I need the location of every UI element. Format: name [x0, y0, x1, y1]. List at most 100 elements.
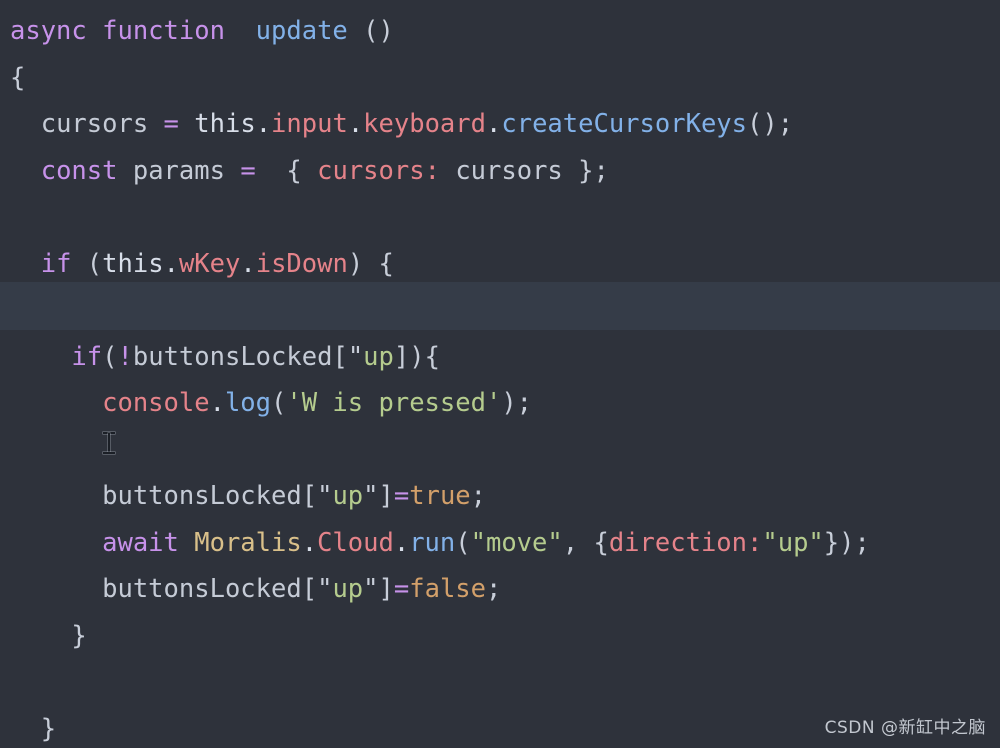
string-w-is-pressed: 'W is pressed' — [286, 388, 502, 418]
literal-false: false — [409, 574, 486, 604]
comma: , — [562, 527, 594, 558]
property-cloud: Cloud — [317, 527, 394, 558]
property-input: input — [271, 109, 348, 139]
paren-open: ( — [271, 388, 287, 418]
semicolon: ; — [486, 574, 502, 604]
operator-not: ! — [117, 341, 133, 372]
quote: " — [317, 574, 333, 604]
method-run: run — [409, 527, 456, 558]
object-close-tail: }; — [578, 155, 609, 186]
function-name-update: update — [255, 16, 348, 46]
function-open-brace: { — [10, 62, 26, 93]
dot: . — [209, 388, 225, 418]
code-content[interactable]: async function update () { cursors = thi… — [0, 0, 1000, 748]
code-line-1[interactable]: async function update () — [0, 8, 1000, 55]
keyword-async: async — [10, 16, 87, 46]
code-editor[interactable]: async function update () { cursors = thi… — [0, 0, 1000, 748]
method-createcursorkeys: createCursorKeys — [501, 109, 747, 139]
object-value-cursors: cursors — [455, 155, 563, 186]
csdn-watermark: CSDN @新缸中之脑 — [824, 718, 986, 738]
code-line-11[interactable]: buttonsLocked["up"]=true; — [0, 473, 1000, 520]
property-keyboard: keyboard — [363, 109, 486, 139]
operator-assign: = — [163, 109, 179, 139]
code-line-12[interactable]: await Moralis.Cloud.run("move", {directi… — [0, 520, 1000, 567]
method-log: log — [224, 388, 272, 418]
dot: . — [240, 248, 256, 279]
keyword-const: const — [40, 155, 118, 186]
code-line-15-blank[interactable] — [0, 659, 1000, 706]
call-tail: (); — [747, 109, 794, 139]
bracket-close-tail: ]){ — [393, 341, 440, 372]
code-line-2[interactable]: { — [0, 55, 1000, 102]
bracket-open: [ — [301, 574, 318, 604]
string-up: "up" — [762, 527, 824, 558]
bracket-close: "] — [363, 574, 394, 604]
object-open-brace: { — [286, 155, 302, 186]
keyword-if: if — [71, 341, 103, 372]
dot: . — [393, 527, 410, 558]
code-line-13[interactable]: buttonsLocked["up"]=false; — [0, 566, 1000, 613]
parameter-parens: () — [363, 16, 394, 46]
dot: . — [347, 109, 364, 139]
quote: " — [347, 341, 364, 372]
paren-open: ( — [455, 527, 471, 558]
bracket-close: "] — [363, 481, 394, 511]
code-line-10-blank[interactable] — [0, 427, 1000, 474]
identifier-cursors: cursors — [40, 109, 149, 139]
paren-open: ( — [102, 341, 118, 372]
paren-open: ( — [86, 248, 103, 279]
keyword-if: if — [40, 248, 72, 279]
property-wkey: wKey — [178, 248, 241, 279]
string-up: up — [363, 341, 394, 372]
code-line-14[interactable]: } — [0, 613, 1000, 660]
semicolon: ; — [470, 481, 487, 511]
operator-assign: = — [393, 574, 410, 604]
outer-if-close-brace: } — [40, 713, 57, 744]
identifier-params: params — [132, 155, 225, 186]
bracket-open: [ — [332, 341, 348, 372]
colon: : — [747, 527, 763, 558]
code-line-3[interactable]: cursors = this.input.keyboard.createCurs… — [0, 101, 1000, 148]
object-open-brace: { — [593, 527, 609, 558]
dot: . — [486, 109, 502, 139]
code-line-9[interactable]: console.log('W is pressed'); — [0, 380, 1000, 427]
dot: . — [301, 527, 318, 558]
code-line-5-blank[interactable] — [0, 194, 1000, 241]
keyword-function: function — [102, 16, 225, 46]
call-tail: ); — [501, 388, 533, 418]
code-line-8[interactable]: if(!buttonsLocked["up]){ — [0, 334, 1000, 381]
identifier-buttonslocked: buttonsLocked — [102, 481, 302, 511]
code-line-7-blank-highlighted[interactable] — [0, 287, 1000, 334]
object-key-cursors: cursors: — [317, 155, 440, 186]
quote: " — [317, 481, 333, 511]
string-up: up — [332, 481, 364, 511]
object-moralis: Moralis — [194, 527, 302, 558]
code-line-4[interactable]: const params = { cursors: cursors }; — [0, 148, 1000, 195]
identifier-buttonslocked: buttonsLocked — [132, 341, 333, 372]
inner-if-close-brace: } — [71, 620, 87, 651]
code-line-6[interactable]: if (this.wKey.isDown) { — [0, 241, 1000, 288]
operator-assign: = — [393, 481, 410, 511]
bracket-open: [ — [301, 481, 318, 511]
